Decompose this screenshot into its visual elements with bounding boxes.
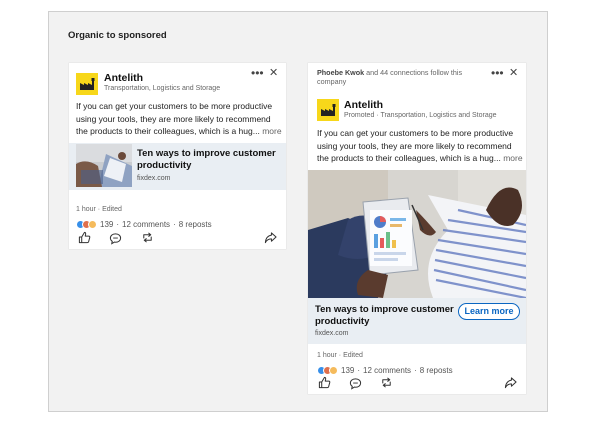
reposts-count[interactable]: 8 reposts bbox=[420, 366, 453, 375]
link-title[interactable]: Ten ways to improve customer productivit… bbox=[137, 148, 277, 171]
separator: · bbox=[414, 366, 417, 375]
link-preview[interactable]: Ten ways to improve customer productivit… bbox=[69, 143, 286, 190]
comments-count[interactable]: 12 comments bbox=[122, 220, 170, 229]
sponsored-post-card: Phoebe Kwok and 44 connections follow th… bbox=[308, 63, 526, 394]
ad-link-preview[interactable]: Ten ways to improve customer productivit… bbox=[308, 298, 526, 344]
post-body: If you can get your customers to be more… bbox=[317, 128, 514, 163]
share-icon[interactable] bbox=[264, 231, 277, 244]
thumbs-up-icon[interactable] bbox=[78, 231, 91, 244]
post-body: If you can get your customers to be more… bbox=[76, 101, 273, 136]
company-subtitle: Promoted · Transportation, Logistics and… bbox=[344, 112, 497, 119]
see-more-link[interactable]: more bbox=[503, 153, 522, 163]
reactions-count[interactable]: 139 bbox=[100, 220, 113, 229]
link-domain: fixdex.com bbox=[137, 175, 171, 182]
ad-hero-image[interactable] bbox=[308, 170, 526, 298]
comment-icon[interactable] bbox=[349, 377, 362, 390]
post-text: If you can get your customers to be more… bbox=[317, 127, 524, 165]
repost-icon[interactable] bbox=[380, 376, 393, 389]
company-name[interactable]: Antelith bbox=[104, 72, 143, 84]
company-name[interactable]: Antelith bbox=[344, 99, 383, 111]
reposts-count[interactable]: 8 reposts bbox=[179, 220, 212, 229]
company-logo[interactable] bbox=[317, 99, 339, 121]
repost-icon[interactable] bbox=[141, 231, 154, 244]
insightful-reaction-icon bbox=[88, 220, 97, 229]
post-meta: 1 hour · Edited bbox=[76, 206, 122, 213]
company-logo[interactable] bbox=[76, 73, 98, 95]
factory-icon bbox=[321, 104, 336, 116]
see-more-link[interactable]: more bbox=[262, 126, 281, 136]
comments-count[interactable]: 12 comments bbox=[363, 366, 411, 375]
social-counts: 139 · 12 comments · 8 reposts bbox=[76, 220, 212, 229]
post-text: If you can get your customers to be more… bbox=[76, 100, 284, 138]
comparison-panel: Organic to sponsored ••• ✕ Antelith Tran… bbox=[48, 11, 548, 412]
learn-more-button[interactable]: Learn more bbox=[458, 303, 520, 320]
link-domain: fixdex.com bbox=[315, 330, 349, 337]
thumbs-up-icon[interactable] bbox=[318, 376, 331, 389]
factory-icon bbox=[80, 78, 95, 90]
share-icon[interactable] bbox=[504, 376, 517, 389]
link-thumbnail bbox=[76, 144, 132, 187]
comment-icon[interactable] bbox=[109, 232, 122, 245]
panel-title: Organic to sponsored bbox=[68, 30, 167, 41]
separator: · bbox=[116, 220, 120, 229]
social-proof: Phoebe Kwok and 44 connections follow th… bbox=[317, 68, 482, 86]
link-title[interactable]: Ten ways to improve customer productivit… bbox=[315, 304, 460, 327]
connection-name[interactable]: Phoebe Kwok bbox=[317, 68, 364, 77]
separator: · bbox=[357, 366, 361, 375]
close-icon[interactable]: ✕ bbox=[509, 68, 518, 79]
separator: · bbox=[173, 220, 176, 229]
more-options-icon[interactable]: ••• bbox=[251, 67, 264, 79]
more-options-icon[interactable]: ••• bbox=[491, 67, 504, 79]
insightful-reaction-icon bbox=[329, 366, 338, 375]
social-counts: 139 · 12 comments · 8 reposts bbox=[317, 366, 453, 375]
company-subtitle: Transportation, Logistics and Storage bbox=[104, 85, 221, 92]
close-icon[interactable]: ✕ bbox=[269, 68, 278, 79]
organic-post-card: ••• ✕ Antelith Transportation, Logistics… bbox=[69, 63, 286, 249]
post-meta: 1 hour · Edited bbox=[317, 352, 363, 359]
reactions-count[interactable]: 139 bbox=[341, 366, 354, 375]
